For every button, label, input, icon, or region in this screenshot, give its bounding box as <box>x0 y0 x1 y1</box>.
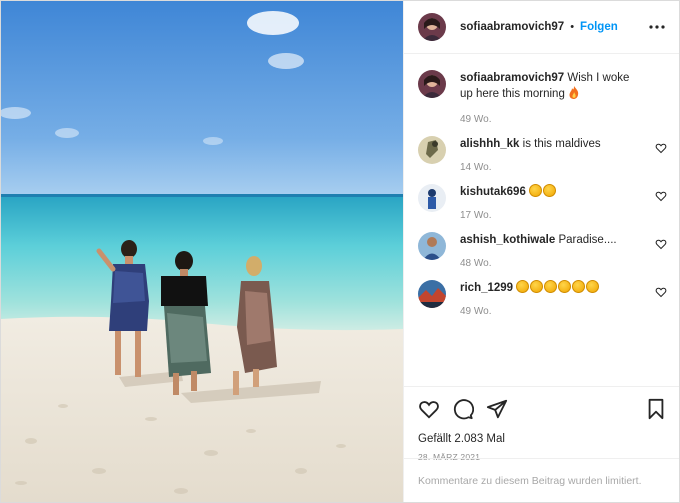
comment-username[interactable]: ashish_kothiwale <box>460 234 555 246</box>
post-actions: Gefällt 2.083 Mal 28. MÄRZ 2021 Kommenta… <box>404 386 679 502</box>
comment-text: ashish_kothiwale Paradise.... <box>460 232 645 248</box>
comment-age: 49 Wo. <box>460 306 492 317</box>
comment-body: is this maldives <box>522 138 601 150</box>
comment-body: Paradise.... <box>558 234 617 246</box>
clap-emoji-icon <box>544 280 558 293</box>
fire-emoji-icon <box>569 86 579 99</box>
comment-age: 17 Wo. <box>460 210 492 221</box>
comment-item: rich_1299 49 Wo. <box>418 280 667 317</box>
comment-text: kishutak696 <box>460 184 645 200</box>
post-photo[interactable] <box>1 1 403 502</box>
bookmark-icon[interactable] <box>645 398 667 420</box>
comment-text: rich_1299 <box>460 280 645 296</box>
comments-limited-notice: Kommentare zu diesem Beitrag wurden limi… <box>404 458 679 502</box>
caption-text: sofiaabramovich97 Wish I woke up here th… <box>460 70 645 102</box>
heart-icon[interactable] <box>655 190 667 202</box>
clap-emoji-icon <box>543 184 557 197</box>
share-icon[interactable] <box>486 398 508 420</box>
author-avatar[interactable] <box>418 13 446 41</box>
comment-age: 48 Wo. <box>460 258 492 269</box>
comment-username[interactable]: rich_1299 <box>460 282 513 294</box>
follow-button[interactable]: Folgen <box>580 21 618 33</box>
clap-emoji-icon <box>572 280 586 293</box>
caption: sofiaabramovich97 Wish I woke up here th… <box>418 70 667 125</box>
heart-icon[interactable] <box>655 142 667 154</box>
heart-icon[interactable] <box>655 238 667 250</box>
clap-emoji-icon <box>586 280 600 293</box>
comments-list: sofiaabramovich97 Wish I woke up here th… <box>404 54 679 386</box>
caption-age: 49 Wo. <box>460 114 492 125</box>
instagram-post: sofiaabramovich97 • Folgen sofiaabramovi… <box>0 0 680 503</box>
heart-icon[interactable] <box>655 286 667 298</box>
comment-username[interactable]: kishutak696 <box>460 186 526 198</box>
comment-text: alishhh_kk is this maldives <box>460 136 645 152</box>
comment-item: ashish_kothiwale Paradise.... 48 Wo. <box>418 232 667 269</box>
comment-icon[interactable] <box>452 398 474 420</box>
action-icons <box>418 397 667 421</box>
likes-count[interactable]: Gefällt 2.083 Mal <box>418 433 667 445</box>
caption-username[interactable]: sofiaabramovich97 <box>460 72 564 84</box>
comment-item: kishutak696 17 Wo. <box>418 184 667 221</box>
post-header: sofiaabramovich97 • Folgen <box>404 1 679 54</box>
comment-username[interactable]: alishhh_kk <box>460 138 519 150</box>
comment-item: alishhh_kk is this maldives 14 Wo. <box>418 136 667 173</box>
clap-emoji-icon <box>529 184 543 197</box>
commenter-avatar[interactable] <box>418 184 446 212</box>
commenter-avatar[interactable] <box>418 280 446 308</box>
heart-icon[interactable] <box>418 398 440 420</box>
comment-age: 14 Wo. <box>460 162 492 173</box>
commenter-avatar[interactable] <box>418 136 446 164</box>
caption-avatar[interactable] <box>418 70 446 98</box>
clap-emoji-icon <box>558 280 572 293</box>
separator-dot: • <box>570 21 575 33</box>
post-side-panel: sofiaabramovich97 • Folgen sofiaabramovi… <box>403 1 679 502</box>
beach-photo-image <box>1 1 403 502</box>
clap-emoji-icon <box>516 280 530 293</box>
commenter-avatar[interactable] <box>418 232 446 260</box>
more-options-icon[interactable] <box>647 17 667 37</box>
clap-emoji-icon <box>530 280 544 293</box>
author-username[interactable]: sofiaabramovich97 <box>460 21 564 33</box>
